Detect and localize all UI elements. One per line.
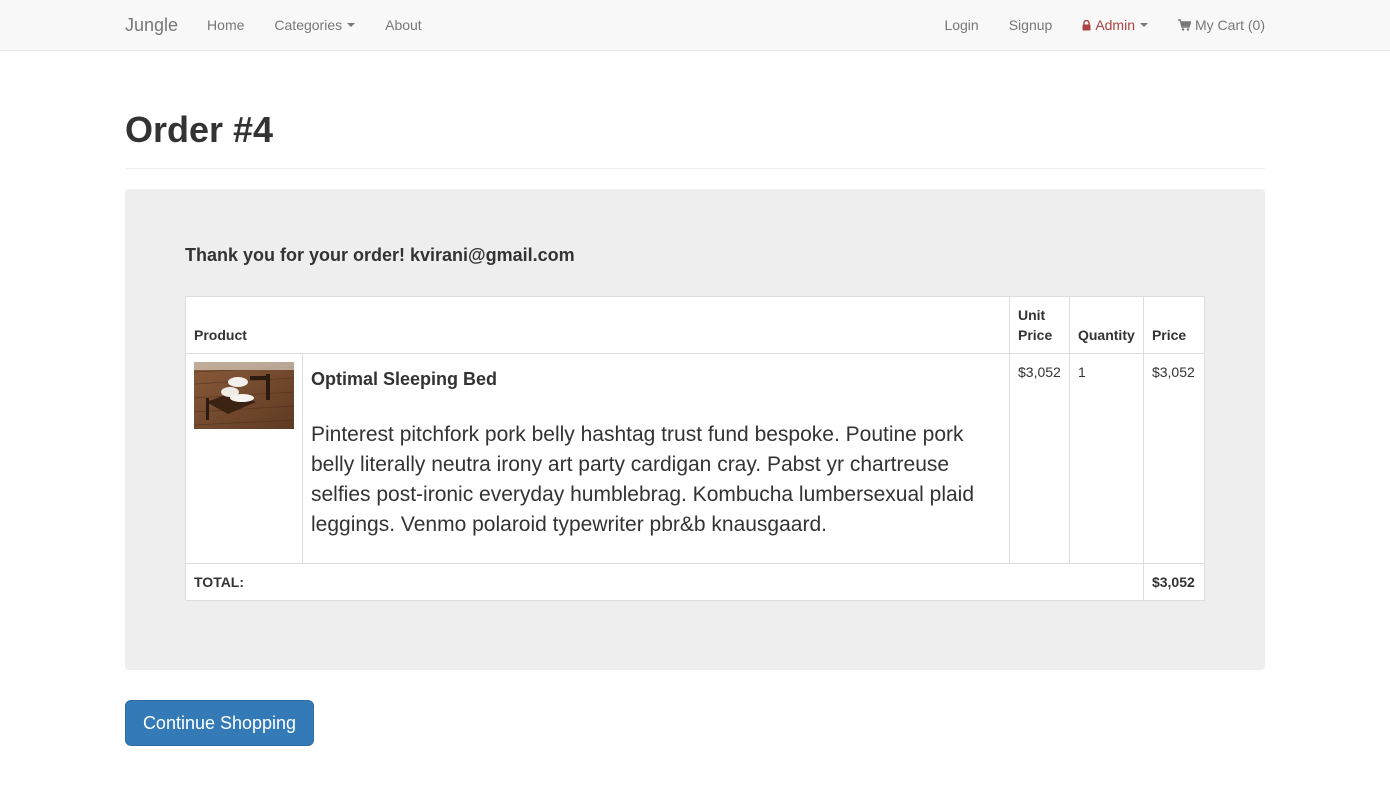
top-navbar: Jungle Home Categories About Login Signu… — [0, 0, 1390, 51]
total-value: $3,052 — [1142, 563, 1206, 601]
product-description: Pinterest pitchfork pork belly hashtag t… — [311, 423, 975, 536]
nav-cart-label: My Cart (0) — [1195, 17, 1265, 33]
product-details-cell: Optimal Sleeping Bed Pinterest pitchfork… — [302, 353, 1010, 564]
nav-home-label: Home — [207, 17, 245, 33]
product-name: Optimal Sleeping Bed — [311, 369, 498, 389]
product-image-cell — [185, 353, 303, 564]
nav-about-link[interactable]: About — [385, 17, 422, 33]
order-table: Product Unit Price Quantity Price Optima… — [185, 296, 1206, 601]
table-header-row: Product Unit Price Quantity Price — [185, 296, 1206, 354]
navbar-left: Jungle Home Categories About — [125, 0, 452, 50]
product-quantity: 1 — [1068, 353, 1144, 564]
navbar-right: Login Signup Admin My Cart (0) — [914, 0, 1265, 50]
product-image[interactable] — [194, 362, 294, 429]
nav-cart-link[interactable]: My Cart (0) — [1178, 17, 1265, 33]
order-summary-panel: Thank you for your order! kvirani@gmail.… — [125, 189, 1265, 670]
caret-down-icon — [1140, 23, 1148, 27]
thank-you-message: Thank you for your order! kvirani@gmail.… — [185, 245, 575, 265]
navbar-container: Jungle Home Categories About Login Signu… — [125, 0, 1265, 50]
nav-login-label: Login — [944, 17, 979, 33]
header-product: Product — [185, 296, 1010, 354]
product-price: $3,052 — [1142, 353, 1206, 564]
shopping-cart-icon — [1178, 19, 1191, 31]
brand-link[interactable]: Jungle — [125, 15, 178, 36]
page-title: Order #4 — [125, 109, 274, 150]
caret-down-icon — [347, 23, 356, 27]
header-price: Price — [1142, 296, 1206, 354]
page-header: Order #4 — [125, 108, 1265, 169]
nav-about-label: About — [385, 17, 422, 33]
lock-icon — [1082, 19, 1091, 31]
nav-signup-label: Signup — [1008, 17, 1053, 33]
nav-home-link[interactable]: Home — [207, 17, 244, 33]
header-quantity: Quantity — [1068, 296, 1144, 354]
nav-categories-dropdown[interactable]: Categories — [274, 17, 356, 33]
table-row: Optimal Sleeping Bed Pinterest pitchfork… — [185, 353, 1206, 564]
nav-categories-label: Categories — [274, 17, 343, 33]
table-total-row: TOTAL: $3,052 — [185, 563, 1206, 601]
nav-admin-dropdown[interactable]: Admin — [1082, 17, 1148, 33]
continue-shopping-button[interactable]: Continue Shopping — [125, 700, 314, 746]
nav-login-link[interactable]: Login — [944, 17, 978, 33]
header-unit-price: Unit Price — [1009, 296, 1070, 354]
nav-signup-link[interactable]: Signup — [1009, 17, 1053, 33]
product-unit-price: $3,052 — [1009, 353, 1070, 564]
nav-admin-label: Admin — [1095, 17, 1135, 33]
total-label: TOTAL: — [185, 563, 1144, 601]
